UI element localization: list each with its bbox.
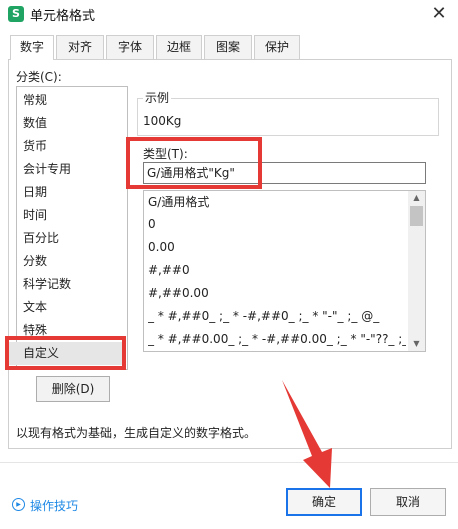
description-text: 以现有格式为基础，生成自定义的数字格式。 xyxy=(16,426,257,440)
format-item[interactable]: 0.00 xyxy=(148,236,175,258)
sample-label: 示例 xyxy=(143,89,172,106)
category-item-text[interactable]: 文本 xyxy=(23,296,127,319)
tab-alignment[interactable]: 对齐 xyxy=(56,35,104,59)
cancel-button[interactable]: 取消 xyxy=(370,488,446,516)
sample-group xyxy=(137,98,439,136)
category-item-currency[interactable]: 货币 xyxy=(23,135,127,158)
category-item-percentage[interactable]: 百分比 xyxy=(23,227,127,250)
category-item-date[interactable]: 日期 xyxy=(23,181,127,204)
category-item-scientific[interactable]: 科学记数 xyxy=(23,273,127,296)
close-icon[interactable]: ✕ xyxy=(428,4,450,26)
format-item[interactable]: _ * #,##0.00_ ;_ * -#,##0.00_ ;_ * "-"??… xyxy=(148,328,406,350)
category-item-accounting[interactable]: 会计专用 xyxy=(23,158,127,181)
category-item-number[interactable]: 数值 xyxy=(23,112,127,135)
scroll-up-icon[interactable]: ▲ xyxy=(408,191,425,205)
category-item-general[interactable]: 常规 xyxy=(23,89,127,112)
scroll-down-icon[interactable]: ▼ xyxy=(408,337,425,351)
highlight-box-custom xyxy=(5,336,126,370)
tips-link[interactable]: 操作技巧 xyxy=(30,497,78,514)
app-icon: S xyxy=(8,6,24,22)
footer-divider xyxy=(0,462,458,463)
tab-pattern[interactable]: 图案 xyxy=(204,35,252,59)
delete-button[interactable]: 删除(D) xyxy=(36,376,110,402)
ok-button[interactable]: 确定 xyxy=(286,488,362,516)
category-item-fraction[interactable]: 分数 xyxy=(23,250,127,273)
tab-border[interactable]: 边框 xyxy=(156,35,202,59)
dialog-title: 单元格格式 xyxy=(30,9,96,24)
category-label: 分类(C): xyxy=(16,70,62,84)
format-item[interactable]: #,##0 xyxy=(148,259,190,281)
scroll-thumb[interactable] xyxy=(410,206,423,226)
tab-font[interactable]: 字体 xyxy=(106,35,154,59)
tab-protection[interactable]: 保护 xyxy=(254,35,300,59)
category-item-time[interactable]: 时间 xyxy=(23,204,127,227)
sample-value: 100Kg xyxy=(143,114,182,128)
tab-number[interactable]: 数字 xyxy=(10,35,54,60)
format-item[interactable]: #,##0.00 xyxy=(148,282,209,304)
format-item[interactable]: G/通用格式 xyxy=(148,191,209,213)
format-item[interactable]: _ * #,##0_ ;_ * -#,##0_ ;_ * "-"_ ;_ @_ xyxy=(148,305,406,327)
format-item[interactable]: 0 xyxy=(148,213,156,235)
play-icon[interactable]: ▶ xyxy=(12,498,25,511)
highlight-box-type xyxy=(126,137,262,189)
